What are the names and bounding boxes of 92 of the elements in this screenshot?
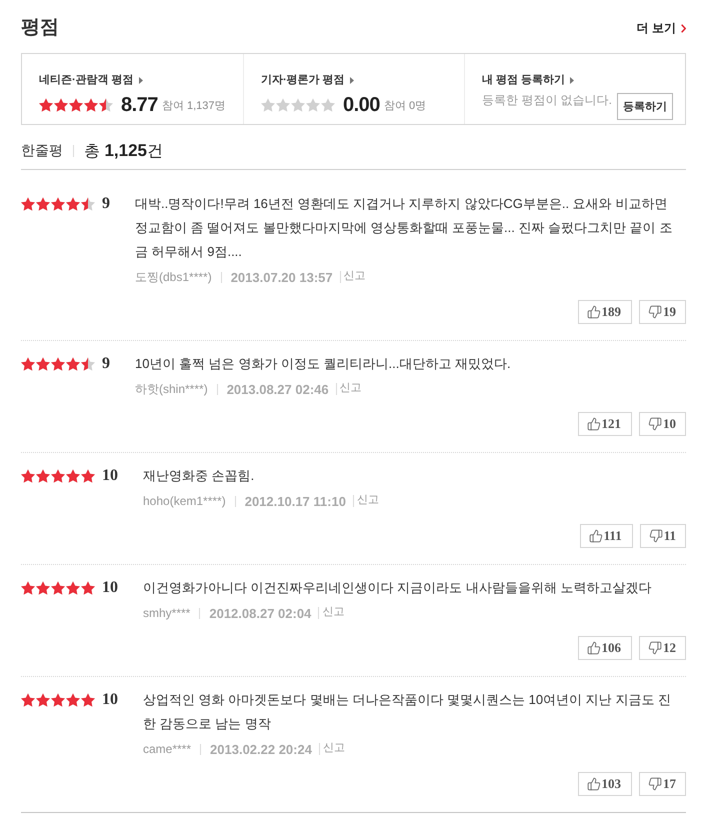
- star-icon: [81, 197, 95, 211]
- review-count: 총 1,125건: [84, 140, 163, 162]
- star-icon: [321, 98, 335, 112]
- star-icon: [51, 197, 65, 211]
- rating-link[interactable]: 기자·평론가 평점: [261, 71, 354, 89]
- star-icon: [36, 469, 50, 483]
- review-date: 2012.08.27 02:04: [209, 606, 312, 620]
- register-button[interactable]: 등록하기: [617, 93, 673, 120]
- review-author: hoho(kem1****): [143, 494, 226, 508]
- rating-link[interactable]: 네티즌·관람객 평점: [39, 71, 143, 89]
- more-link[interactable]: 더 보기: [636, 20, 686, 36]
- star-icon: [36, 581, 50, 595]
- review-text: 10년이 훌쩍 넘은 영화가 이정도 퀄리티라니...대단하고 재밌었다.: [135, 355, 512, 373]
- section-title: 한줄평: [21, 142, 63, 160]
- thumbs-up-icon: [586, 417, 600, 431]
- review-date: 2013.08.27 02:46: [226, 382, 329, 396]
- star-icon: [54, 98, 68, 112]
- review-text: 이건영화가아니다 이건진짜우리네인생이다 지금이라도 내사람들을위해 노력하고살겠다: [143, 579, 652, 597]
- star-icon: [99, 98, 113, 112]
- star-icon: [81, 693, 95, 707]
- average-score: 0.00: [343, 94, 380, 116]
- dislike-button[interactable]: 10: [639, 412, 686, 436]
- star-icon: [39, 98, 53, 112]
- star-icon: [84, 98, 98, 112]
- review-author: came****: [143, 742, 192, 756]
- review-text: 재난영화중 손꼽힘.: [143, 467, 256, 485]
- thumbs-down-icon: [648, 417, 662, 431]
- review-date: 2013.07.20 13:57: [230, 270, 333, 284]
- star-icon: [81, 469, 95, 483]
- star-icon: [261, 98, 275, 112]
- star-icon: [81, 581, 95, 595]
- review-author: smhy****: [143, 606, 190, 620]
- thumbs-up-icon: [588, 529, 603, 543]
- star-icon: [36, 197, 50, 211]
- star-icon: [21, 197, 35, 211]
- star-icon: [36, 693, 50, 707]
- star-icon: [21, 469, 35, 483]
- star-icon: [306, 98, 320, 112]
- star-icon: [66, 357, 80, 371]
- star-icon: [21, 693, 35, 707]
- thumbs-down-icon: [648, 529, 663, 543]
- section-title: 평점: [21, 16, 59, 40]
- review-author: 하핫(shin****): [135, 380, 208, 398]
- star-icon: [81, 357, 95, 371]
- dislike-button[interactable]: 11: [640, 524, 686, 548]
- review-score: 10: [102, 691, 118, 709]
- star-icon: [291, 98, 305, 112]
- star-icon: [21, 357, 35, 371]
- star-icon: [51, 693, 65, 707]
- star-icon: [66, 469, 80, 483]
- thumbs-up-icon: [586, 641, 600, 655]
- thumbs-down-icon: [648, 641, 662, 655]
- star-icon: [276, 98, 290, 112]
- review-date: 2013.02.22 20:24: [210, 742, 312, 756]
- chevron-right-icon: [681, 24, 686, 32]
- star-icon: [66, 581, 80, 595]
- review-text: 대박..명작이다!무려 16년전 영환데도 지겹거나 지루하지 않았다CG부분은.. 요새와 비교하면 정교함이 좀 떨어져도 볼만했다마지막에 영상통화할때 포풍눈물... 진짜 슬펐다그치만 끝이 조금 허무해서 9점....: [135, 195, 674, 261]
- review-score: 9: [102, 355, 110, 373]
- participant-count: 참여 1,137명: [162, 98, 226, 112]
- star-icon: [51, 469, 65, 483]
- rating-link[interactable]: 내 평점 등록하기: [482, 71, 574, 89]
- star-icon: [51, 357, 65, 371]
- dislike-button[interactable]: 19: [639, 300, 686, 324]
- like-button[interactable]: 106: [578, 636, 632, 660]
- star-icon: [36, 357, 50, 371]
- like-button[interactable]: 189: [578, 300, 632, 324]
- review-date: 2012.10.17 11:10: [244, 494, 346, 508]
- caret-right-icon: [350, 76, 354, 84]
- thumbs-up-icon: [586, 777, 600, 791]
- caret-right-icon: [138, 76, 143, 84]
- like-button[interactable]: 111: [580, 524, 633, 548]
- star-icon: [51, 581, 65, 595]
- caret-right-icon: [570, 76, 574, 84]
- like-button[interactable]: 121: [578, 412, 632, 436]
- average-score: 8.77: [121, 94, 158, 116]
- review-text: 상업적인 영화 아마겟돈보다 몇배는 더나은작품이다 몇몇시퀀스는 10여년이 지난 지금도 진한 감동으로 남는 명작: [143, 691, 672, 733]
- empty-rating-message: 등록한 평점이 없습니다.: [482, 92, 612, 109]
- participant-count: 참여 0명: [384, 98, 426, 112]
- dislike-button[interactable]: 12: [639, 636, 686, 660]
- like-button[interactable]: 103: [578, 772, 632, 796]
- dislike-button[interactable]: 17: [639, 772, 686, 796]
- star-icon: [66, 197, 80, 211]
- star-icon: [21, 581, 35, 595]
- thumbs-down-icon: [648, 305, 662, 319]
- review-score: 10: [102, 579, 118, 597]
- star-icon: [69, 98, 83, 112]
- review-score: 9: [102, 195, 110, 213]
- review-score: 10: [102, 467, 118, 485]
- star-icon: [66, 693, 80, 707]
- thumbs-up-icon: [586, 305, 600, 319]
- thumbs-down-icon: [648, 777, 662, 791]
- review-author: 도찡(dbs1****): [135, 268, 212, 286]
